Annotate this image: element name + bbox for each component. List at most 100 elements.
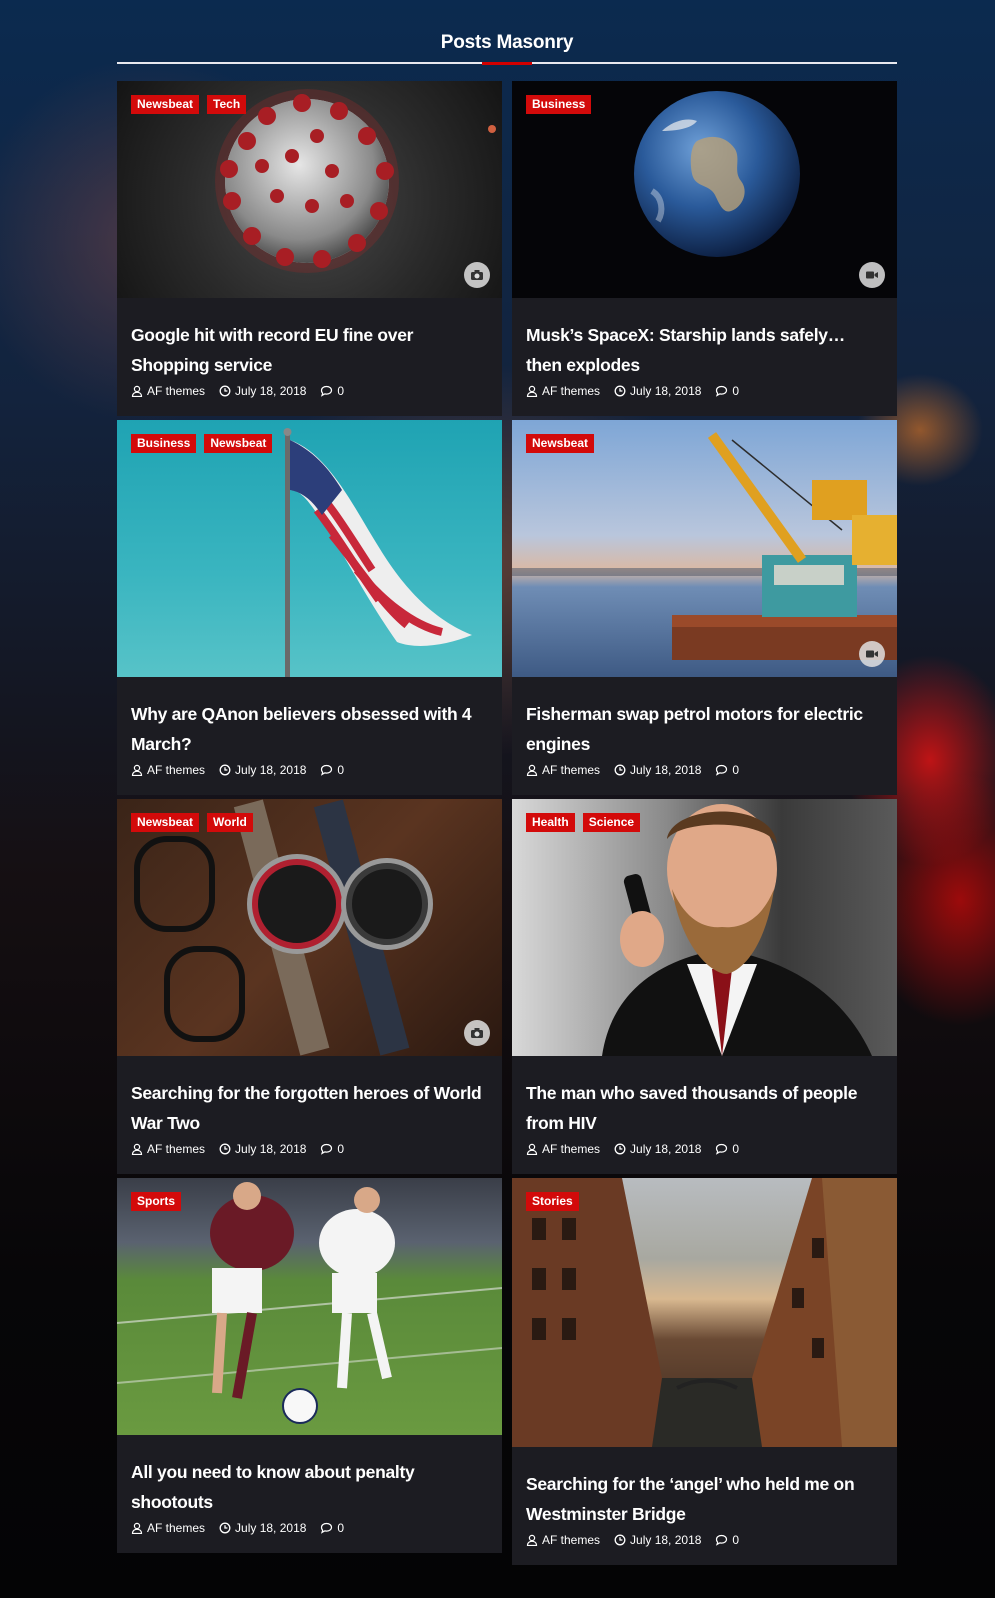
post-date[interactable]: July 18, 2018: [630, 763, 701, 777]
post-title[interactable]: All you need to know about penalty shoot…: [131, 1457, 488, 1517]
category-tag[interactable]: Business: [526, 95, 592, 114]
post-comments[interactable]: 0: [337, 1142, 344, 1156]
post-body: The man who saved thousands of people fr…: [512, 1056, 897, 1174]
category-tag[interactable]: Health: [526, 813, 575, 832]
soccer-image: [117, 1182, 502, 1424]
post-date[interactable]: July 18, 2018: [630, 384, 701, 398]
post-card[interactable]: Stories Searching for the ‘angel’ who he…: [512, 1178, 897, 1565]
post-date[interactable]: July 18, 2018: [235, 1142, 306, 1156]
post-author[interactable]: AF themes: [542, 1142, 600, 1156]
canal-buildings-image: [512, 1178, 897, 1447]
post-author[interactable]: AF themes: [542, 763, 600, 777]
post-comments[interactable]: 0: [732, 1533, 739, 1547]
post-image[interactable]: Business Newsbeat: [117, 420, 502, 677]
post-title[interactable]: The man who saved thousands of people fr…: [526, 1078, 883, 1138]
post-comments[interactable]: 0: [732, 763, 739, 777]
post-body: Why are QAnon believers obsessed with 4 …: [117, 677, 502, 795]
post-body: Fisherman swap petrol motors for electri…: [512, 677, 897, 795]
post-title[interactable]: Searching for the ‘angel’ who held me on…: [526, 1469, 883, 1529]
post-image[interactable]: Sports: [117, 1178, 502, 1435]
category-tags: Newsbeat Tech: [131, 95, 247, 114]
post-title[interactable]: Fisherman swap petrol motors for electri…: [526, 699, 883, 759]
post-comments[interactable]: 0: [732, 384, 739, 398]
user-icon: [131, 764, 143, 776]
post-image[interactable]: Stories: [512, 1178, 897, 1447]
user-icon: [131, 1522, 143, 1534]
post-card[interactable]: Newsbeat Tech Google hit with record EU …: [117, 81, 502, 416]
post-body: Searching for the forgotten heroes of Wo…: [117, 1056, 502, 1174]
post-card[interactable]: Business Musk’s SpaceX: Starship lands s…: [512, 81, 897, 416]
category-tag[interactable]: Newsbeat: [204, 434, 273, 453]
clock-icon: [219, 1522, 231, 1534]
post-date[interactable]: July 18, 2018: [235, 384, 306, 398]
post-title[interactable]: Why are QAnon believers obsessed with 4 …: [131, 699, 488, 759]
post-image[interactable]: Newsbeat Tech: [117, 81, 502, 298]
post-image[interactable]: Newsbeat World: [117, 799, 502, 1056]
category-tags: Business: [526, 95, 592, 114]
post-author[interactable]: AF themes: [147, 763, 205, 777]
post-meta: AF themes July 18, 2018 0: [526, 382, 883, 400]
category-tags: Business Newsbeat: [131, 434, 273, 453]
user-icon: [526, 1143, 538, 1155]
post-card[interactable]: Sports All you need to know about penalt…: [117, 1178, 502, 1553]
post-date[interactable]: July 18, 2018: [235, 1521, 306, 1535]
category-tags: Stories: [526, 1192, 579, 1211]
post-meta: AF themes July 18, 2018 0: [526, 1531, 883, 1549]
post-comments[interactable]: 0: [337, 1521, 344, 1535]
post-image[interactable]: Business: [512, 81, 897, 298]
post-card[interactable]: Health Science The man who saved thousan…: [512, 799, 897, 1174]
category-tag[interactable]: Tech: [207, 95, 247, 114]
category-tag[interactable]: Sports: [131, 1192, 182, 1211]
post-author[interactable]: AF themes: [542, 384, 600, 398]
category-tag[interactable]: Newsbeat: [131, 813, 200, 832]
camera-icon: [464, 1020, 490, 1046]
category-tags: Newsbeat World: [131, 813, 253, 832]
category-tag[interactable]: Stories: [526, 1192, 579, 1211]
comment-icon: [321, 385, 333, 397]
clock-icon: [219, 1143, 231, 1155]
video-icon: [859, 641, 885, 667]
crane-barge-image: [512, 432, 897, 660]
flag-image: [283, 428, 472, 677]
post-date[interactable]: July 18, 2018: [235, 763, 306, 777]
category-tag[interactable]: Newsbeat: [526, 434, 595, 453]
comment-icon: [716, 1143, 728, 1155]
post-body: All you need to know about penalty shoot…: [117, 1435, 502, 1553]
post-body: Searching for the ‘angel’ who held me on…: [512, 1447, 897, 1565]
post-date[interactable]: July 18, 2018: [630, 1533, 701, 1547]
user-icon: [526, 764, 538, 776]
post-card[interactable]: Business Newsbeat Why are QAnon believer…: [117, 420, 502, 795]
comment-icon: [716, 385, 728, 397]
post-author[interactable]: AF themes: [147, 1142, 205, 1156]
man-on-phone-image: [602, 804, 872, 1056]
clock-icon: [614, 385, 626, 397]
post-comments[interactable]: 0: [337, 763, 344, 777]
post-meta: AF themes July 18, 2018 0: [131, 1519, 488, 1537]
category-tag[interactable]: Newsbeat: [131, 95, 200, 114]
post-card[interactable]: Newsbeat Fisherman swap petrol motors fo…: [512, 420, 897, 795]
category-tags: Sports: [131, 1192, 182, 1211]
post-author[interactable]: AF themes: [147, 384, 205, 398]
post-meta: AF themes July 18, 2018 0: [131, 1140, 488, 1158]
category-tag[interactable]: World: [207, 813, 253, 832]
post-image[interactable]: Health Science: [512, 799, 897, 1056]
user-icon: [526, 1534, 538, 1546]
header-accent: [482, 62, 532, 65]
user-icon: [131, 1143, 143, 1155]
post-author[interactable]: AF themes: [542, 1533, 600, 1547]
post-title[interactable]: Searching for the forgotten heroes of Wo…: [131, 1078, 488, 1138]
posts-masonry-section: Posts Masonry Newsbeat Tech Google hit w…: [117, 0, 897, 1565]
post-comments[interactable]: 0: [732, 1142, 739, 1156]
post-card[interactable]: Newsbeat World Searching for the forgott…: [117, 799, 502, 1174]
comment-icon: [321, 764, 333, 776]
clock-icon: [219, 385, 231, 397]
post-title[interactable]: Google hit with record EU fine over Shop…: [131, 320, 488, 380]
category-tag[interactable]: Business: [131, 434, 197, 453]
post-author[interactable]: AF themes: [147, 1521, 205, 1535]
post-title[interactable]: Musk’s SpaceX: Starship lands safely… th…: [526, 320, 883, 380]
category-tag[interactable]: Science: [582, 813, 641, 832]
post-date[interactable]: July 18, 2018: [630, 1142, 701, 1156]
comment-icon: [716, 764, 728, 776]
post-comments[interactable]: 0: [337, 384, 344, 398]
post-image[interactable]: Newsbeat: [512, 420, 897, 677]
